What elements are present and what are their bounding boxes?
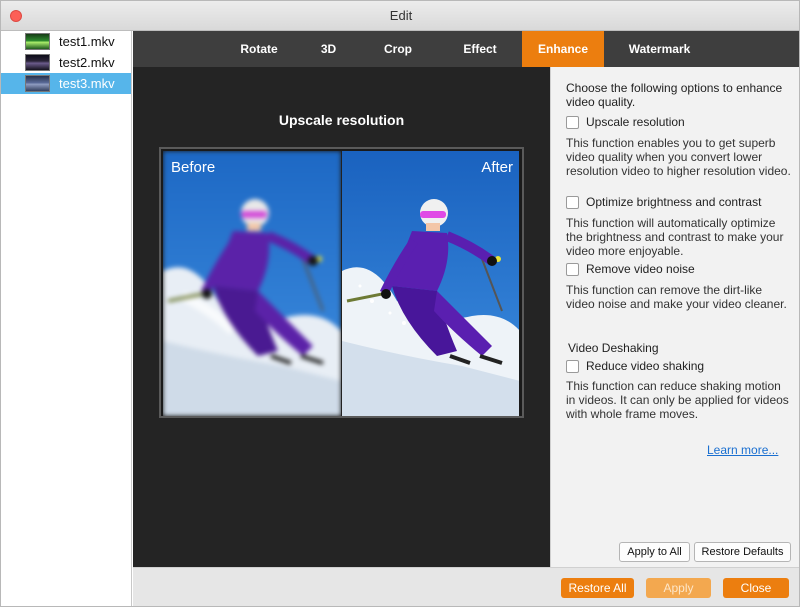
remove-noise-label: Remove video noise [586, 262, 695, 276]
file-list: test1.mkv test2.mkv test3.mkv [1, 31, 132, 606]
optimize-brightness-checkbox[interactable] [566, 196, 579, 209]
before-label: Before [171, 159, 216, 176]
footer-bar: Restore All Apply Close [133, 567, 799, 606]
tab-crop[interactable]: Crop [367, 31, 429, 67]
enhance-intro: Choose the following options to enhance … [566, 81, 783, 109]
restore-defaults-button[interactable]: Restore Defaults [694, 542, 791, 562]
tab-watermark[interactable]: Watermark [618, 31, 701, 67]
tab-enhance[interactable]: Enhance [522, 31, 604, 67]
remove-noise-description: This function can remove the dirt-like v… [566, 283, 787, 311]
file-name: test3.mkv [59, 76, 115, 91]
reduce-shaking-option[interactable]: Reduce video shaking [566, 359, 798, 374]
optimize-brightness-option[interactable]: Optimize brightness and contrast [566, 195, 798, 210]
preview-title: Upscale resolution [278, 112, 405, 128]
upscale-resolution-label: Upscale resolution [586, 115, 685, 129]
upscale-resolution-description: This function enables you to get superb … [566, 136, 791, 178]
remove-noise-option[interactable]: Remove video noise [566, 262, 798, 277]
reduce-shaking-description: This function can reduce shaking motion … [566, 379, 789, 421]
apply-button[interactable]: Apply [646, 578, 711, 598]
tab-rotate[interactable]: Rotate [224, 31, 294, 67]
upscale-resolution-checkbox[interactable] [566, 116, 579, 129]
tab-effect[interactable]: Effect [445, 31, 515, 67]
reduce-shaking-checkbox[interactable] [566, 360, 579, 373]
remove-noise-checkbox[interactable] [566, 263, 579, 276]
video-thumbnail [25, 75, 50, 92]
after-label: After [481, 159, 513, 176]
title-bar: Edit [1, 1, 799, 31]
close-button[interactable]: Close [723, 578, 789, 598]
enhance-options-panel: Choose the following options to enhance … [550, 67, 799, 567]
file-name: test1.mkv [59, 34, 115, 49]
upscale-resolution-option[interactable]: Upscale resolution [566, 115, 798, 130]
tab-3d[interactable]: 3D [301, 31, 356, 67]
edit-tab-bar: Rotate 3D Crop Effect Enhance Watermark [133, 31, 799, 67]
video-thumbnail [25, 33, 50, 50]
video-thumbnail [25, 54, 50, 71]
file-item-test1[interactable]: test1.mkv [1, 31, 131, 52]
restore-all-button[interactable]: Restore All [561, 578, 634, 598]
window-title: Edit [389, 8, 413, 23]
after-preview: After [341, 151, 519, 416]
before-preview: Before [163, 151, 341, 416]
edit-window: Edit test1.mkv test2.mkv test3.mkv Rotat… [0, 0, 800, 607]
skier-image-before [163, 151, 341, 416]
optimize-brightness-description: This function will automatically optimiz… [566, 216, 784, 258]
skier-image-after [342, 151, 519, 416]
preview-area: Upscale resolution Before After [133, 67, 550, 567]
video-deshaking-heading: Video Deshaking [568, 341, 659, 355]
learn-more-link[interactable]: Learn more... [707, 443, 778, 457]
reduce-shaking-label: Reduce video shaking [586, 359, 705, 373]
optimize-brightness-label: Optimize brightness and contrast [586, 195, 762, 209]
file-item-test2[interactable]: test2.mkv [1, 52, 131, 73]
apply-to-all-button[interactable]: Apply to All [619, 542, 690, 562]
comparison-frame: Before After [159, 147, 524, 418]
file-name: test2.mkv [59, 55, 115, 70]
file-item-test3[interactable]: test3.mkv [1, 73, 131, 94]
